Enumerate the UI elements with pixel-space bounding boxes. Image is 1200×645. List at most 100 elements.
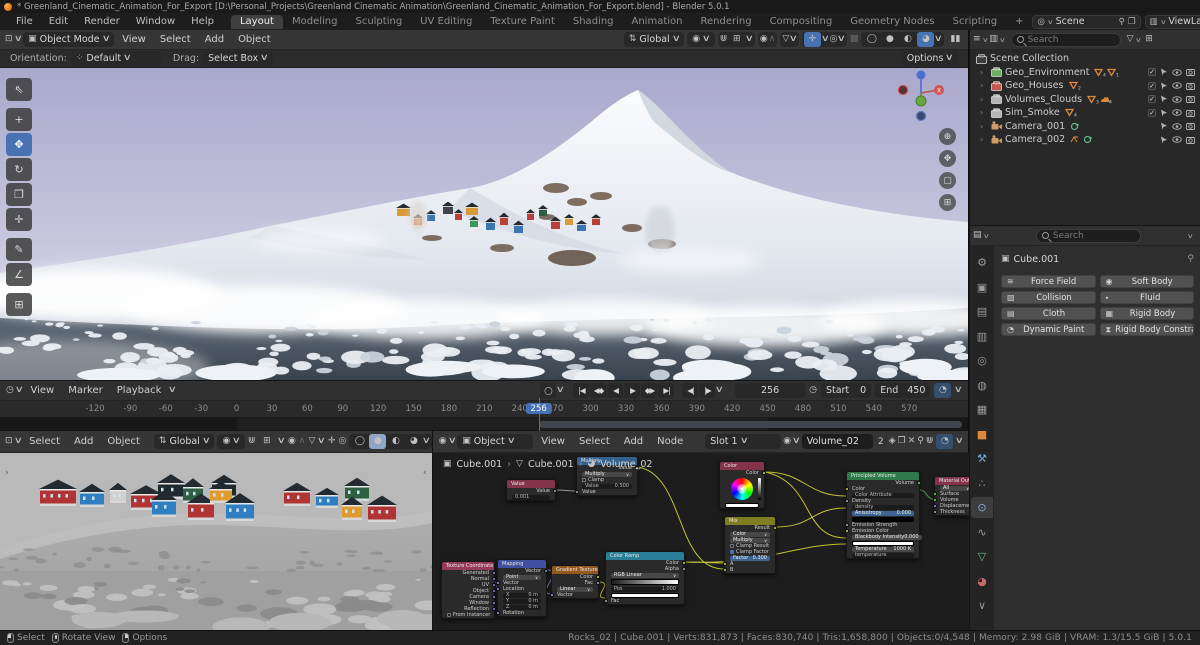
disable-render-icon[interactable] [1186, 136, 1195, 144]
viewport2-menu-object[interactable]: Object [101, 436, 146, 447]
prev-frame-button[interactable]: ◀| [682, 383, 699, 398]
properties-tab-modifiers[interactable]: ⚒ [971, 448, 993, 469]
pin-icon[interactable]: ⚲ [1119, 17, 1125, 27]
pan-button[interactable]: ✥ [939, 150, 956, 167]
properties-tab-world[interactable]: ◍ [971, 375, 993, 396]
selectable-icon[interactable] [1160, 68, 1168, 76]
tab-texture-paint[interactable]: Texture Paint [481, 15, 564, 29]
shading-material-preview-button[interactable]: ◐ [899, 32, 916, 47]
xray-toggle-icon[interactable]: ▩ [850, 35, 859, 44]
shading-solid-button[interactable]: ● [369, 434, 387, 449]
tab-rendering[interactable]: Rendering [691, 15, 760, 29]
node-slider[interactable]: Blackbody Intensity 0.000 [852, 534, 922, 540]
node-gradient-texture[interactable]: Gradient Texture Color Fac Linear ∨ Vector [550, 565, 600, 599]
output-socket[interactable] [762, 471, 766, 475]
viewport-menu-add[interactable]: Add [199, 34, 230, 45]
mode-selector[interactable]: ▣ Object Mode ∨ [23, 32, 115, 47]
node-header[interactable]: Mix [725, 517, 775, 525]
input-socket[interactable] [575, 490, 579, 494]
input-socket[interactable] [933, 492, 937, 496]
viewport-menu-select[interactable]: Select [154, 34, 197, 45]
input-socket[interactable] [933, 498, 937, 502]
material-icon[interactable]: ◉ [783, 437, 791, 446]
pause-render-button[interactable]: ▮▮ [947, 32, 964, 47]
node-field[interactable]: temperature [852, 552, 914, 558]
node-slider[interactable]: Temperature 1000 K [852, 546, 914, 552]
node-header[interactable]: Mapping [498, 560, 546, 568]
outliner-search-input[interactable] [1027, 34, 1115, 45]
zoom-button[interactable]: ⊕ [939, 128, 956, 145]
node-field[interactable]: Color Attribute [852, 492, 914, 498]
tab-modeling[interactable]: Modeling [283, 15, 347, 29]
input-socket[interactable] [845, 529, 849, 533]
stopwatch-icon[interactable]: ◷ [809, 386, 817, 395]
cursor-tool[interactable]: + [6, 108, 32, 131]
new-scene-icon[interactable]: ❐ [1128, 17, 1136, 27]
outliner-editor-icon[interactable]: ≡ [973, 35, 981, 44]
tweak-select-tool[interactable]: ⇖ [6, 78, 32, 101]
move-tool[interactable]: ✥ [6, 133, 32, 156]
3d-viewport-secondary-canvas[interactable]: › ‹ [0, 453, 432, 631]
axis-y-negative[interactable] [915, 95, 927, 107]
hide-viewport-icon[interactable] [1172, 82, 1182, 89]
camera-view-button[interactable]: ▢ [939, 172, 956, 189]
node-field[interactable]: X0 m [503, 592, 541, 598]
expand-icon[interactable]: › [980, 122, 988, 131]
pivot-point[interactable]: ◉ ∨ [687, 32, 715, 47]
snap-magnet-icon[interactable]: ⋓ [926, 437, 934, 446]
output-socket[interactable] [492, 595, 496, 599]
menu-file[interactable]: File [9, 15, 40, 28]
gizmo-icon[interactable]: ✛ [328, 437, 336, 446]
add-cloth-button[interactable]: ▤ Cloth [1001, 307, 1096, 320]
drag-dropdown[interactable]: Select Box ∨ [203, 51, 273, 66]
properties-tab-scene[interactable]: ◎ [971, 350, 993, 371]
properties-tab-render[interactable]: ▣ [971, 277, 993, 298]
scale-tool[interactable]: ❒ [6, 183, 32, 206]
playback-sync-button[interactable]: ◔ [934, 383, 952, 398]
hide-viewport-icon[interactable] [1172, 96, 1182, 103]
exclude-checkbox[interactable]: ✓ [1148, 108, 1156, 117]
properties-tab-tool[interactable]: ⚙ [971, 252, 993, 273]
node-color-ramp[interactable]: Color Ramp Color Alpha RGB Linear ∨ Pos 1.000 F… [604, 551, 686, 605]
next-frame-button[interactable]: |▶ [699, 383, 716, 398]
properties-tab-collection[interactable]: ▦ [971, 399, 993, 420]
add-rigid-body-constraint-button[interactable]: ⧗Rigid Body Constraint [1099, 323, 1194, 336]
output-socket[interactable] [553, 489, 557, 493]
color-wheel-row[interactable] [720, 476, 764, 502]
collapse-arrow-left[interactable]: › [5, 468, 9, 478]
add-fluid-button[interactable]: ⬩ Fluid [1099, 291, 1194, 304]
outliner-row-camera_001[interactable]: › Camera_001 [970, 120, 1200, 134]
input-socket[interactable] [496, 581, 500, 585]
expand-icon[interactable]: › [980, 95, 988, 104]
expand-icon[interactable]: › [980, 135, 988, 144]
properties-tab-object-data[interactable]: ▽ [971, 546, 993, 567]
output-socket[interactable] [596, 575, 600, 579]
falloff-icon[interactable]: ∧ [769, 35, 776, 44]
overlays-icon[interactable]: ◎ [339, 437, 347, 446]
selectable-icon[interactable] [1160, 122, 1168, 130]
tab-geometry-nodes[interactable]: Geometry Nodes [841, 15, 943, 29]
node-mix[interactable]: Mix Result Color ∨ Multiply ∨ Clamp Result Clam… [723, 516, 777, 574]
node-header[interactable]: Color Ramp [606, 552, 684, 560]
tab-uv-editing[interactable]: UV Editing [411, 15, 481, 29]
node-dropdown[interactable]: Color ∨ [730, 531, 770, 537]
add-primitive-tool[interactable]: ⊞ [6, 293, 32, 316]
node-mapping[interactable]: Mapping Vector Point ∨ Vector Location X 0 mY0 … [496, 559, 548, 617]
output-socket[interactable] [492, 601, 496, 605]
properties-editor-icon[interactable]: ▤ [973, 231, 982, 240]
color-swatch[interactable] [852, 540, 914, 546]
snap-with-button[interactable]: ⊞ [728, 32, 745, 47]
filter-icon[interactable]: ▽ [1127, 35, 1134, 44]
selectable-icon[interactable] [1160, 109, 1168, 117]
breadcrumb-item[interactable]: Cube.001 [528, 459, 574, 470]
tab-layout[interactable]: Layout [230, 14, 283, 29]
node-slider[interactable]: Anisotropy 0.000 [852, 510, 914, 516]
unlink-material-icon[interactable]: ✕ [908, 437, 916, 446]
view-layer-selector[interactable]: ▥ ∨ ViewLayer ❐ [1144, 14, 1200, 29]
disable-render-icon[interactable] [1186, 109, 1195, 117]
node-checkbox[interactable] [582, 478, 586, 482]
add-force-field-button[interactable]: ≋ Force Field [1001, 275, 1096, 288]
viewport-editor-icon[interactable]: ⊡ [5, 437, 13, 446]
node-header[interactable]: Texture Coordinate [442, 562, 494, 570]
menu-edit[interactable]: Edit [42, 15, 75, 28]
